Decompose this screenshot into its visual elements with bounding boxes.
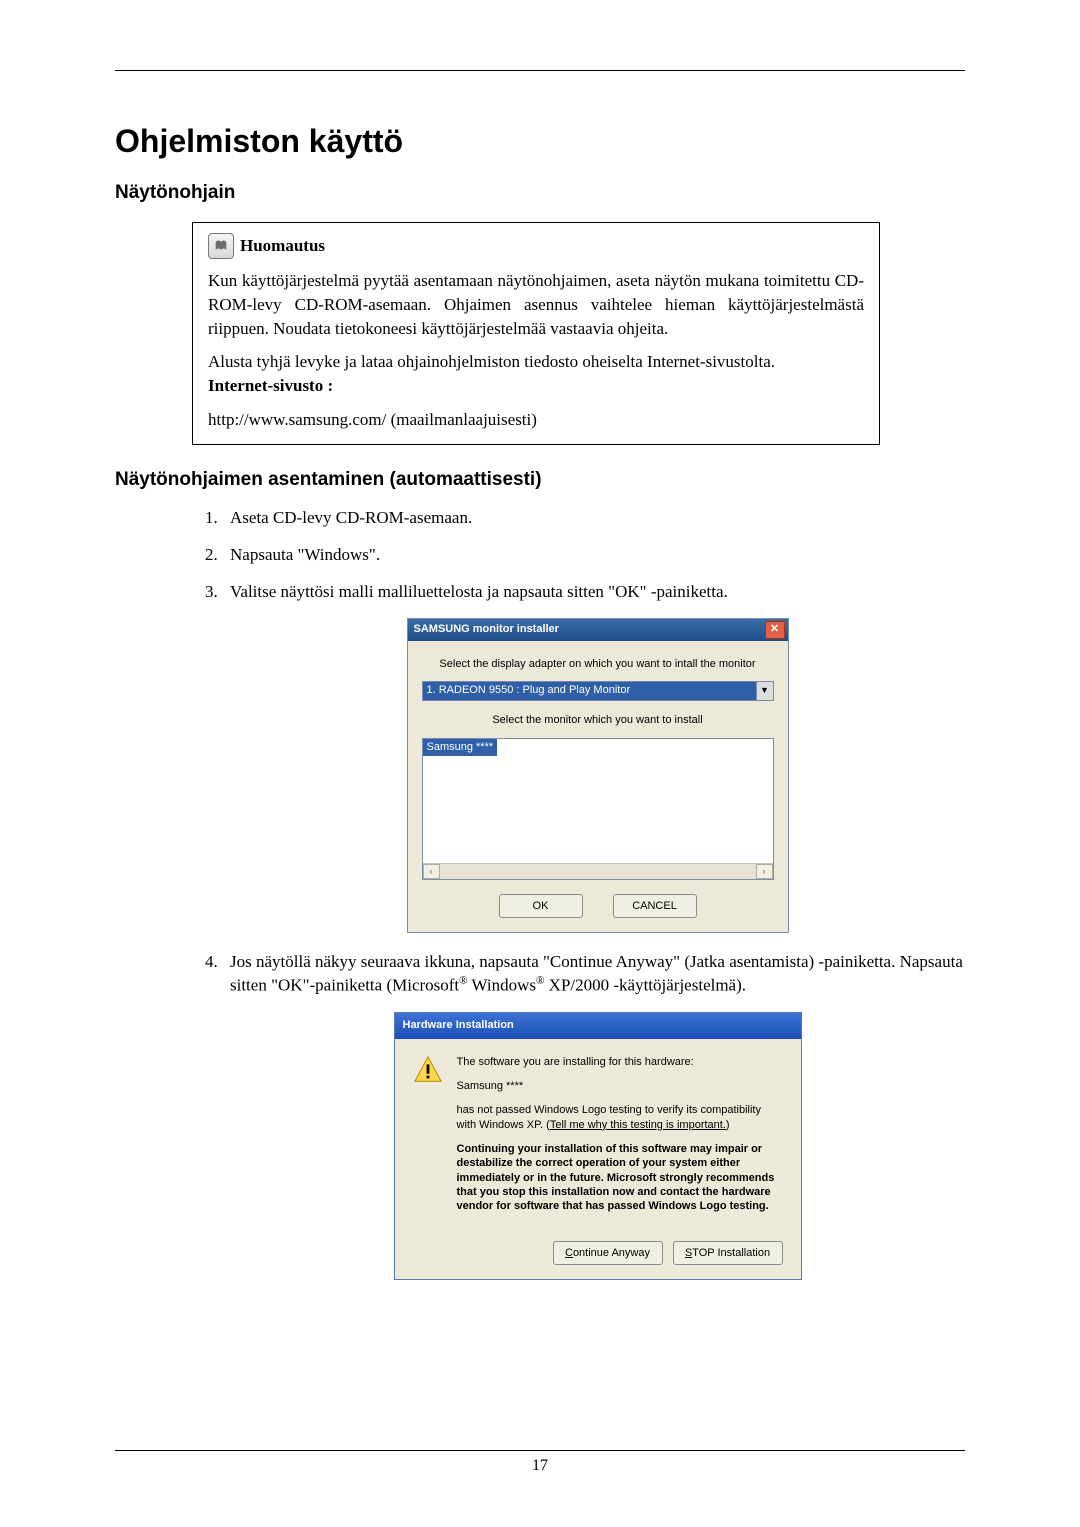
- hw-title: Hardware Installation: [403, 1018, 514, 1033]
- step-2: Napsauta "Windows".: [222, 544, 965, 567]
- page: Ohjelmiston käyttö Näytönohjain Huomautu…: [0, 0, 1080, 1527]
- hw-line-1: The software you are installing for this…: [457, 1055, 783, 1069]
- installer-body: Select the display adapter on which you …: [408, 641, 788, 933]
- step-3: Valitse näyttösi malli malliluettelosta …: [222, 581, 965, 934]
- figure-hardware-warning: Hardware Installation The software you a…: [230, 1012, 965, 1281]
- cancel-button[interactable]: CANCEL: [613, 894, 697, 918]
- horizontal-scrollbar[interactable]: ‹ ›: [423, 863, 773, 879]
- hw-body: The software you are installing for this…: [395, 1039, 801, 1280]
- logo-testing-link[interactable]: Tell me why this testing is important.: [550, 1119, 726, 1131]
- hw-line-3: has not passed Windows Logo testing to v…: [457, 1103, 783, 1132]
- page-number: 17: [115, 1457, 965, 1475]
- adapter-selected: 1. RADEON 9550 : Plug and Play Monitor: [423, 682, 756, 700]
- ok-button[interactable]: OK: [499, 894, 583, 918]
- samsung-installer-dialog: SAMSUNG monitor installer ✕ Select the d…: [407, 618, 789, 934]
- note-title: Huomautus: [240, 234, 325, 258]
- rule-bottom: [115, 1450, 965, 1451]
- note-url: http://www.samsung.com/ (maailmanlaajuis…: [208, 408, 864, 432]
- note-paragraph-1: Kun käyttöjärjestelmä pyytää asentamaan …: [208, 269, 864, 340]
- hw-buttons: Continue Anyway STOP Installation: [413, 1241, 783, 1265]
- note-icon: [208, 233, 234, 259]
- note-header: Huomautus: [208, 233, 864, 259]
- installer-instruction-2: Select the monitor which you want to ins…: [422, 713, 774, 728]
- installer-buttons: OK CANCEL: [422, 894, 774, 918]
- monitor-item[interactable]: Samsung ****: [423, 739, 498, 756]
- installer-title: SAMSUNG monitor installer: [414, 622, 559, 637]
- chevron-down-icon[interactable]: ▼: [756, 682, 773, 700]
- hw-titlebar: Hardware Installation: [395, 1013, 801, 1039]
- note-paragraph-2: Alusta tyhjä levyke ja lataa ohjainohjel…: [208, 350, 864, 398]
- figure-installer: SAMSUNG monitor installer ✕ Select the d…: [230, 618, 965, 934]
- footer: 17: [115, 1450, 965, 1475]
- close-icon[interactable]: ✕: [765, 621, 785, 639]
- installer-instruction-1: Select the display adapter on which you …: [422, 657, 774, 672]
- continue-anyway-button[interactable]: Continue Anyway: [553, 1241, 663, 1265]
- registered-mark: ®: [459, 975, 467, 987]
- step-1: Aseta CD-levy CD-ROM-asemaan.: [222, 507, 965, 530]
- section-heading-install: Näytönohjaimen asentaminen (automaattise…: [115, 469, 965, 491]
- warning-icon: [413, 1055, 443, 1085]
- hw-line-2: Samsung ****: [457, 1079, 783, 1093]
- page-title: Ohjelmiston käyttö: [115, 123, 965, 160]
- stop-installation-button[interactable]: STOP Installation: [673, 1241, 783, 1265]
- internet-site-label: Internet-sivusto :: [208, 376, 333, 395]
- scroll-right-icon[interactable]: ›: [756, 864, 773, 879]
- note-box: Huomautus Kun käyttöjärjestelmä pyytää a…: [192, 222, 880, 445]
- installer-titlebar: SAMSUNG monitor installer ✕: [408, 619, 788, 641]
- adapter-combobox[interactable]: 1. RADEON 9550 : Plug and Play Monitor ▼: [422, 681, 774, 701]
- hw-text: The software you are installing for this…: [457, 1055, 783, 1224]
- hw-warning-paragraph: Continuing your installation of this sof…: [457, 1142, 783, 1213]
- rule-top: [115, 70, 965, 71]
- install-steps: Aseta CD-levy CD-ROM-asemaan. Napsauta "…: [192, 507, 965, 1281]
- monitor-listbox[interactable]: Samsung **** ‹ ›: [422, 738, 774, 880]
- step-4: Jos näytöllä näkyy seuraava ikkuna, naps…: [222, 951, 965, 1280]
- section-heading-driver: Näytönohjain: [115, 182, 965, 204]
- scroll-left-icon[interactable]: ‹: [423, 864, 440, 879]
- hardware-installation-dialog: Hardware Installation The software you a…: [394, 1012, 802, 1281]
